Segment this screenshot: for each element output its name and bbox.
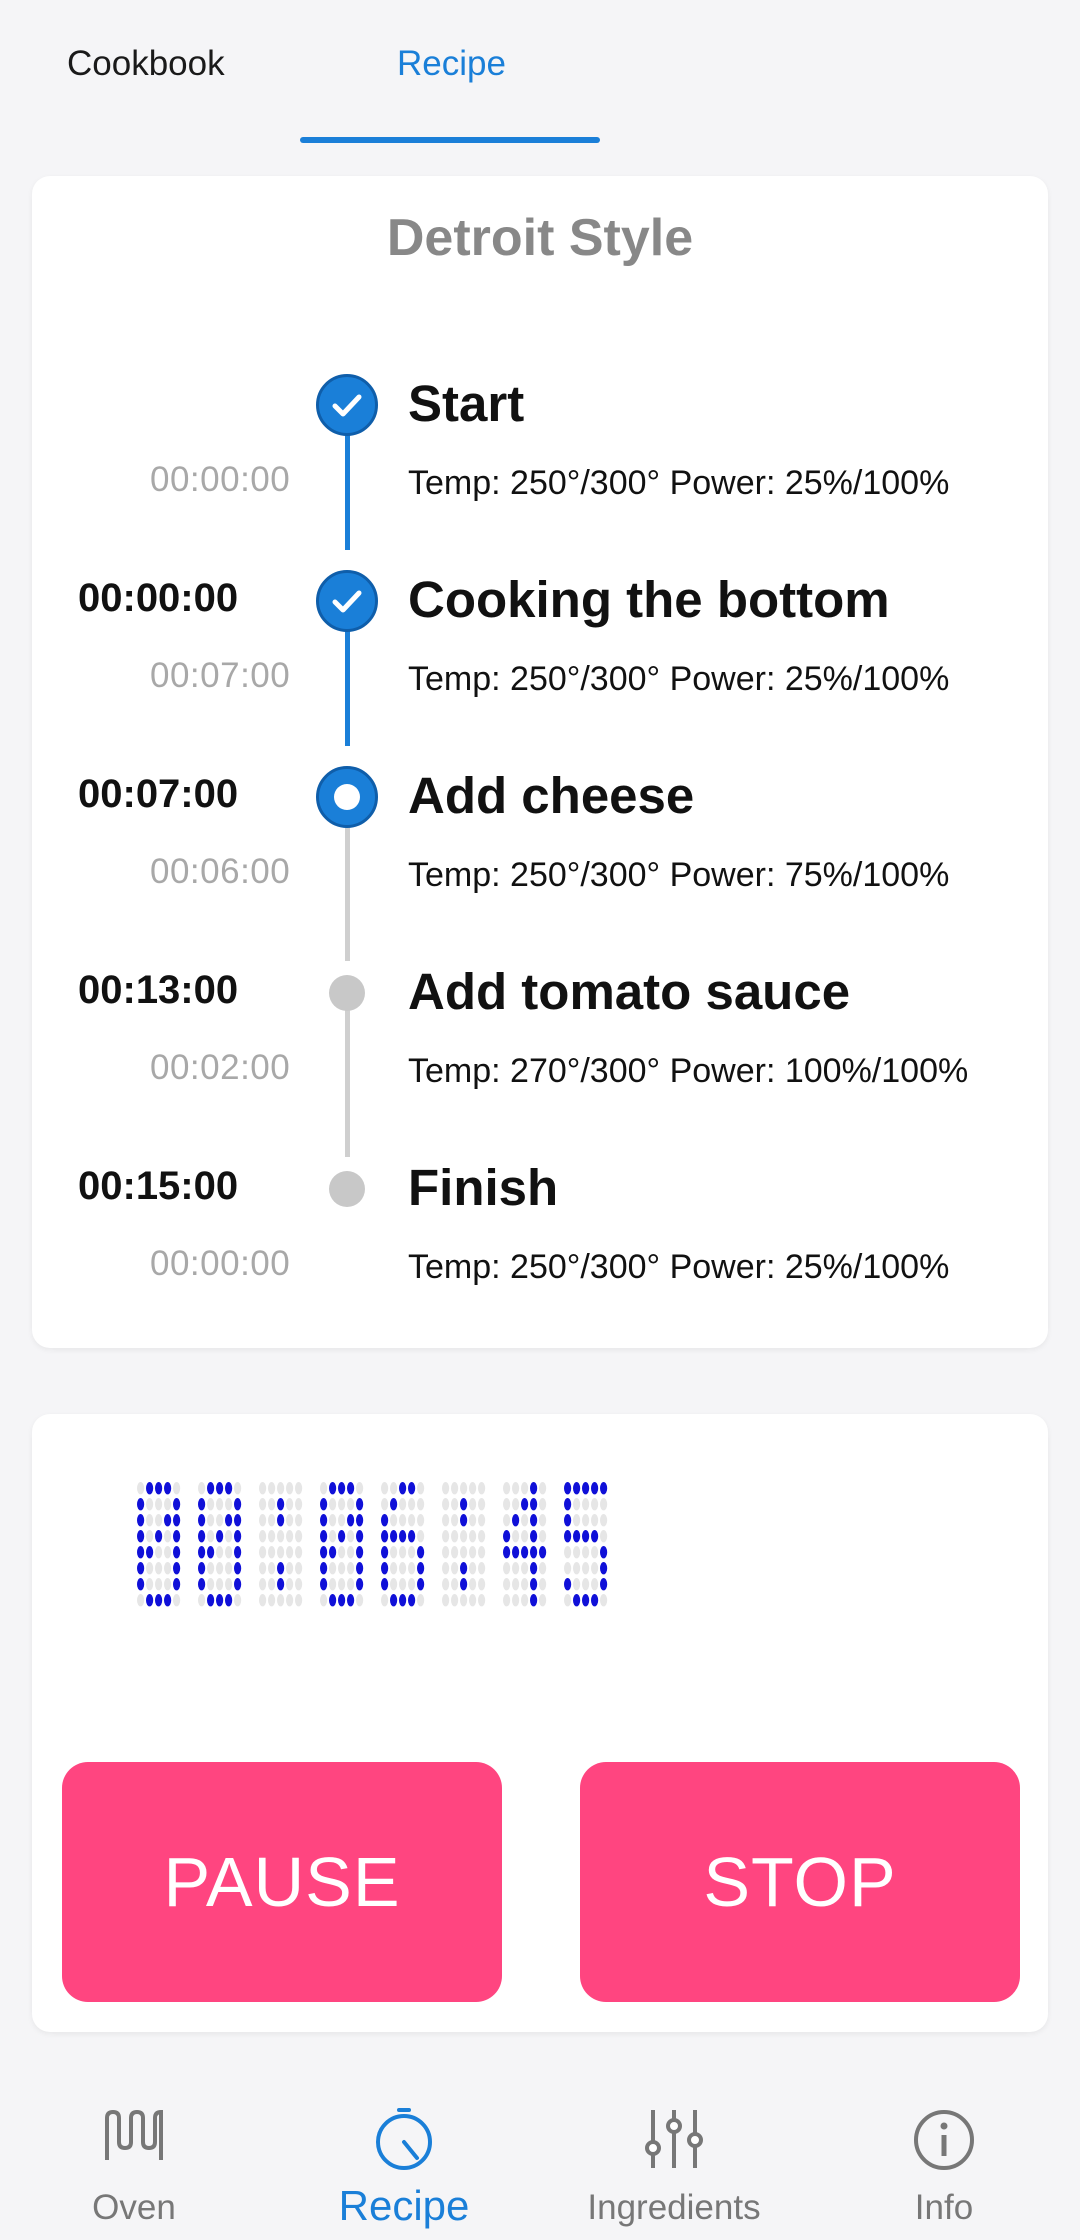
top-tab-bar: Cookbook Recipe — [0, 0, 1080, 145]
step-start-time: 00:00:00 — [78, 576, 239, 620]
step-name: Finish — [408, 1159, 559, 1216]
step-params: Temp: 250°/300° Power: 25%/100% — [408, 660, 950, 698]
nav-label-info: Info — [914, 2188, 974, 2227]
nav-label-oven: Oven — [92, 2188, 176, 2227]
timeline-step: 00:15:00 Finish 00:00:00 Temp: 250°/300°… — [32, 1158, 1048, 1354]
led-colon — [259, 1482, 303, 1607]
step-params: Temp: 250°/300° Power: 25%/100% — [408, 464, 950, 502]
timeline-step: 00:07:00 Add cheese 00:06:00 Temp: 250°/… — [32, 766, 1048, 962]
led-digit — [137, 1482, 181, 1607]
step-start-time: 00:07:00 — [78, 772, 239, 816]
led-digit — [320, 1482, 364, 1607]
oven-heating-icon — [105, 2109, 163, 2160]
step-params: Temp: 250°/300° Power: 75%/100% — [408, 856, 950, 894]
step-duration: 00:02:00 — [150, 1048, 291, 1087]
step-duration: 00:00:00 — [150, 1244, 291, 1283]
step-duration: 00:07:00 — [150, 656, 291, 695]
nav-label-recipe: Recipe — [338, 2182, 470, 2229]
bottom-navigation: Oven Recipe Ingredients Info — [0, 2070, 1080, 2240]
recipe-card: Detroit Style Start 00:00:00 Temp: 250°/… — [32, 176, 1048, 1348]
info-icon — [914, 2110, 974, 2170]
timeline-step: 00:00:00 Cooking the bottom 00:07:00 Tem… — [32, 570, 1048, 766]
tab-cookbook[interactable]: Cookbook — [67, 44, 225, 84]
led-timer-display — [137, 1474, 897, 1629]
led-digits — [137, 1482, 608, 1607]
recipe-title: Detroit Style — [386, 209, 694, 267]
led-digit — [198, 1482, 242, 1607]
pending-step-icon — [329, 1171, 365, 1207]
nav-label-ingredients: Ingredients — [587, 2188, 761, 2227]
tab-recipe[interactable]: Recipe — [397, 44, 506, 84]
nav-oven[interactable]: Oven — [34, 2070, 234, 2240]
nav-ingredients[interactable]: Ingredients — [574, 2070, 774, 2240]
led-digit — [564, 1482, 608, 1607]
step-name: Start — [408, 375, 525, 432]
timer-card: PAUSE STOP — [32, 1414, 1048, 2032]
step-name: Add cheese — [408, 767, 695, 824]
check-icon — [316, 570, 378, 632]
led-colon — [442, 1482, 486, 1607]
step-params: Temp: 250°/300° Power: 25%/100% — [408, 1248, 950, 1286]
timeline-step: Start 00:00:00 Temp: 250°/300° Power: 25… — [32, 374, 1048, 570]
active-tab-indicator — [300, 137, 600, 143]
step-params: Temp: 270°/300° Power: 100%/100% — [408, 1052, 969, 1090]
led-digit — [503, 1482, 547, 1607]
step-name: Add tomato sauce — [408, 963, 851, 1020]
led-digit — [381, 1482, 425, 1607]
step-start-time: 00:15:00 — [78, 1164, 239, 1208]
nav-recipe[interactable]: Recipe — [304, 2070, 504, 2240]
pending-step-icon — [329, 975, 365, 1011]
timer-icon — [376, 2108, 432, 2170]
current-step-icon — [316, 766, 378, 828]
check-icon — [316, 374, 378, 436]
step-duration: 00:00:00 — [150, 460, 291, 499]
nav-info[interactable]: Info — [844, 2070, 1044, 2240]
pause-button[interactable]: PAUSE — [62, 1762, 502, 2002]
step-start-time: 00:13:00 — [78, 968, 239, 1012]
timeline-step: 00:13:00 Add tomato sauce 00:02:00 Temp:… — [32, 962, 1048, 1158]
step-name: Cooking the bottom — [408, 571, 890, 628]
sliders-icon — [645, 2110, 703, 2168]
step-duration: 00:06:00 — [150, 852, 291, 891]
stop-button[interactable]: STOP — [580, 1762, 1020, 2002]
